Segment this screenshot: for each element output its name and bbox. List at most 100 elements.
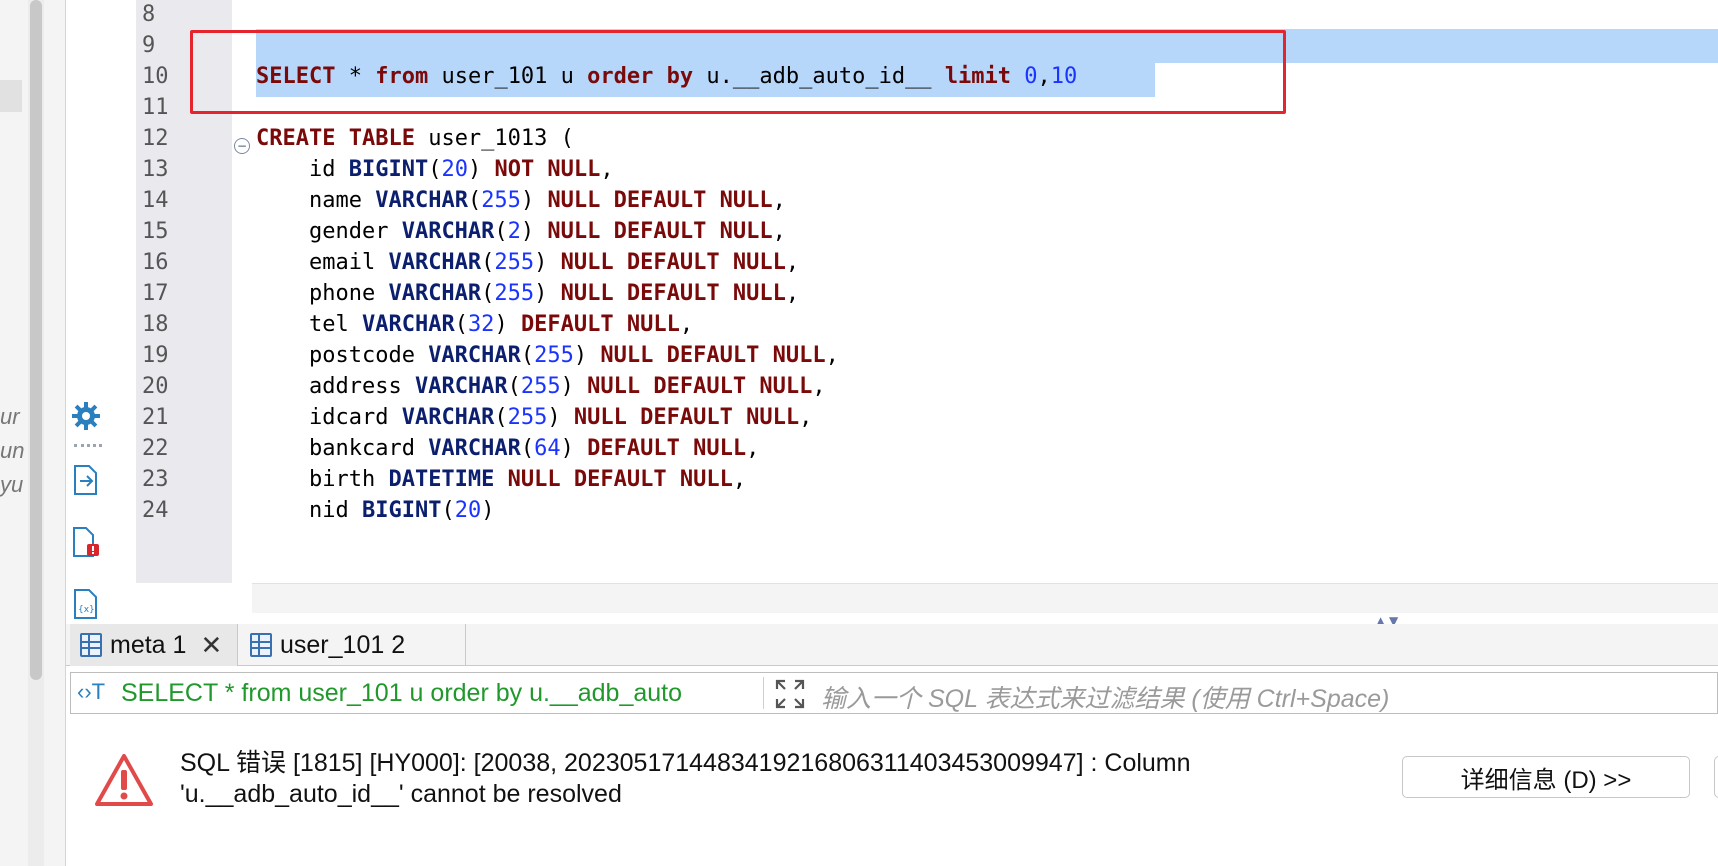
secondary-button[interactable]: [1714, 756, 1718, 798]
code-line[interactable]: 16 email VARCHAR(255) NULL DEFAULT NULL,: [66, 246, 1718, 280]
code-token: VARCHAR: [428, 436, 521, 461]
left-panel-selected-row[interactable]: [0, 80, 22, 112]
code-text[interactable]: tel VARCHAR(32) DEFAULT NULL,: [256, 308, 693, 342]
code-token: VARCHAR: [401, 405, 495, 430]
active-query-text[interactable]: SELECT * from user_101 u order by u.__ad…: [121, 679, 761, 708]
code-text[interactable]: bankcard VARCHAR(64) DEFAULT NULL,: [256, 432, 759, 466]
code-line[interactable]: 22 bankcard VARCHAR(64) DEFAULT NULL,: [66, 432, 1718, 466]
table-grid-icon: [80, 633, 102, 657]
line-number-text: 24: [142, 498, 169, 523]
code-token: NULL DEFAULT NULL: [507, 467, 733, 492]
code-line[interactable]: 14 name VARCHAR(255) NULL DEFAULT NULL,: [66, 184, 1718, 218]
line-number: 13: [138, 153, 230, 187]
line-number-text: 18: [142, 312, 169, 337]
code-line[interactable]: 12 CREATE TABLE user_1013 (: [66, 122, 1718, 156]
code-text[interactable]: email VARCHAR(255) NULL DEFAULT NULL,: [256, 246, 799, 280]
code-token: nid: [256, 498, 362, 523]
gear-icon[interactable]: [70, 400, 102, 432]
tab-user-101-2[interactable]: user_101 2: [240, 624, 466, 666]
code-token: (: [520, 343, 535, 368]
left-panel-scroll-thumb[interactable]: [30, 0, 42, 680]
fold-collapse-icon[interactable]: −: [234, 138, 250, 154]
code-line[interactable]: 15 gender VARCHAR(2) NULL DEFAULT NULL,: [66, 215, 1718, 249]
line-number-text: 17: [142, 281, 169, 306]
code-token: ): [560, 436, 588, 461]
code-token: ,: [785, 250, 800, 275]
line-number: 16: [138, 246, 230, 280]
code-line[interactable]: 13 id BIGINT(20) NOT NULL,: [66, 153, 1718, 187]
code-token: ,: [825, 343, 839, 368]
editor-horizontal-scrollbar[interactable]: [252, 583, 1718, 613]
line-number: 23: [138, 463, 230, 497]
code-line[interactable]: 21 idcard VARCHAR(255) NULL DEFAULT NULL…: [66, 401, 1718, 435]
code-token: NULL DEFAULT NULL: [547, 219, 773, 244]
code-token: ,: [732, 467, 747, 492]
code-token: ): [534, 281, 561, 306]
code-line[interactable]: 18 tel VARCHAR(32) DEFAULT NULL,: [66, 308, 1718, 342]
code-token: 255: [494, 281, 535, 306]
sql-editor[interactable]: 8 9 10 SELECT * from user_101 u order by u.…: [66, 0, 1718, 628]
line-number-text: 8: [142, 2, 156, 27]
line-number: 19: [138, 339, 230, 373]
code-token: ,: [772, 219, 786, 244]
code-text[interactable]: address VARCHAR(255) NULL DEFAULT NULL,: [256, 370, 826, 404]
result-filter-bar: ‹›T SELECT * from user_101 u order by u.…: [70, 672, 1718, 714]
export-icon[interactable]: [70, 464, 102, 496]
line-number: 15: [138, 215, 230, 249]
expand-icon[interactable]: [773, 677, 807, 711]
code-text[interactable]: postcode VARCHAR(255) NULL DEFAULT NULL,: [256, 339, 839, 373]
variables-icon[interactable]: {x}: [70, 588, 102, 620]
line-number: 12: [138, 122, 230, 156]
code-token: ): [534, 250, 561, 275]
code-text[interactable]: gender VARCHAR(2) NULL DEFAULT NULL,: [256, 215, 786, 249]
code-line[interactable]: 24 nid BIGINT(20): [66, 494, 1718, 528]
error-message-line: SQL 错误 [1815] [HY000]: [20038, 202305171…: [180, 749, 1191, 777]
code-token: 255: [534, 343, 574, 368]
details-button[interactable]: 详细信息 (D) >>: [1402, 756, 1690, 798]
code-token: ,: [679, 312, 694, 337]
code-token: VARCHAR: [414, 374, 508, 399]
code-text[interactable]: id BIGINT(20) NOT NULL,: [256, 153, 614, 187]
code-text[interactable]: CREATE TABLE user_1013 (: [256, 122, 574, 156]
filter-input[interactable]: 输入一个 SQL 表达式来过滤结果 (使用 Ctrl+Space): [821, 679, 1389, 715]
code-token: ,: [785, 281, 800, 306]
code-text[interactable]: name VARCHAR(255) NULL DEFAULT NULL,: [256, 184, 786, 218]
code-line[interactable]: 8: [66, 0, 1718, 32]
line-number-text: 14: [142, 188, 169, 213]
error-file-icon[interactable]: [70, 526, 102, 558]
close-icon[interactable]: ✕: [200, 630, 222, 661]
code-token: ,: [746, 436, 760, 461]
code-token: VARCHAR: [361, 312, 455, 337]
code-token: NULL DEFAULT NULL: [560, 250, 786, 275]
code-token: 2: [507, 219, 521, 244]
code-token: (: [481, 281, 495, 306]
code-token: ): [560, 374, 588, 399]
code-line[interactable]: 23 birth DATETIME NULL DEFAULT NULL,: [66, 463, 1718, 497]
code-text[interactable]: nid BIGINT(20): [256, 494, 494, 528]
line-number: 17: [138, 277, 230, 311]
code-text[interactable]: birth DATETIME NULL DEFAULT NULL,: [256, 463, 746, 497]
code-text[interactable]: phone VARCHAR(255) NULL DEFAULT NULL,: [256, 277, 799, 311]
code-token: VARCHAR: [388, 250, 482, 275]
code-token: address: [256, 374, 415, 399]
code-token: postcode: [256, 343, 429, 368]
tab-meta-1[interactable]: meta 1 ✕: [70, 624, 238, 666]
left-panel-text-fragment: ur: [0, 404, 20, 429]
line-number: 21: [138, 401, 230, 435]
left-panel-scrollbar[interactable]: [28, 0, 44, 866]
code-text[interactable]: idcard VARCHAR(255) NULL DEFAULT NULL,: [256, 401, 812, 435]
line-number: 18: [138, 308, 230, 342]
code-line[interactable]: 17 phone VARCHAR(255) NULL DEFAULT NULL,: [66, 277, 1718, 311]
code-token: ): [573, 343, 601, 368]
line-number-text: 23: [142, 467, 169, 492]
code-token: (: [441, 498, 455, 523]
tab-label: meta 1: [110, 630, 187, 659]
code-token: 255: [494, 250, 535, 275]
code-token: 20: [441, 157, 468, 182]
code-line[interactable]: 20 address VARCHAR(255) NULL DEFAULT NUL…: [66, 370, 1718, 404]
code-token: VARCHAR: [375, 188, 468, 213]
line-number: 8: [138, 0, 230, 32]
line-number: 20: [138, 370, 230, 404]
code-line[interactable]: 19 postcode VARCHAR(255) NULL DEFAULT NU…: [66, 339, 1718, 373]
